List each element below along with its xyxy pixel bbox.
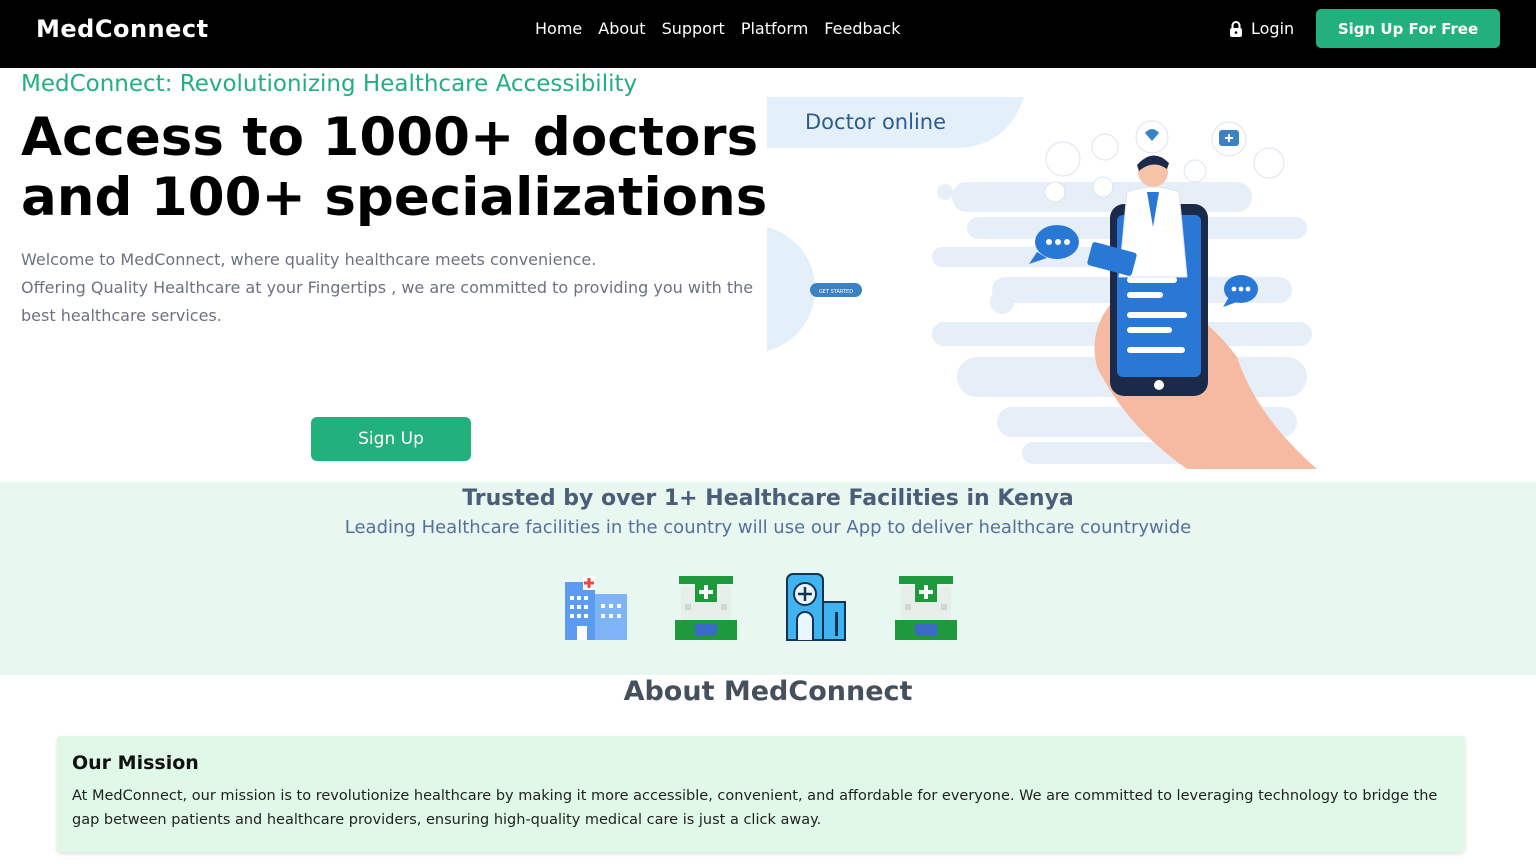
sign-up-free-button[interactable]: Sign Up For Free <box>1316 9 1500 48</box>
nav-links: Home About Support Platform Feedback <box>535 19 901 38</box>
login-link[interactable]: Login <box>1229 19 1294 38</box>
doctor-online-badge: Doctor online <box>805 110 946 134</box>
about-title: About MedConnect <box>623 676 913 707</box>
mission-card: Our Mission At MedConnect, our mission i… <box>57 736 1465 852</box>
trust-subtitle: Leading Healthcare facilities in the cou… <box>344 517 1192 538</box>
nav-link-support[interactable]: Support <box>662 19 725 38</box>
trust-title: Trusted by over 1+ Healthcare Facilities… <box>462 486 1074 511</box>
top-nav: MedConnect Home About Support Platform F… <box>0 0 1536 68</box>
nav-link-feedback[interactable]: Feedback <box>824 19 900 38</box>
login-label: Login <box>1251 19 1295 38</box>
green-clinic-icon <box>895 576 957 640</box>
hero-headline-line-1: Access to 1000+ doctors <box>21 107 759 168</box>
lock-icon <box>1230 20 1242 37</box>
brand-logo[interactable]: MedConnect <box>36 15 209 43</box>
hero-headline-line-2: and 100+ specializations <box>21 167 768 228</box>
hero-sign-up-button[interactable]: Sign Up <box>311 417 471 461</box>
hero-intro-line-1: Welcome to MedConnect, where quality hea… <box>21 250 597 269</box>
trust-section: Trusted by over 1+ Healthcare Facilities… <box>0 482 1536 675</box>
doctor-online-illustration: Doctor online GET STARTED <box>767 97 1317 469</box>
hero-intro: Welcome to MedConnect, where quality hea… <box>21 246 761 330</box>
hero-intro-line-2: Offering Quality Healthcare at your Fing… <box>21 278 754 325</box>
hospital-building-icon <box>565 576 627 640</box>
nav-link-platform[interactable]: Platform <box>741 19 808 38</box>
nav-link-home[interactable]: Home <box>535 19 582 38</box>
nav-link-about[interactable]: About <box>598 19 645 38</box>
hero-kicker: MedConnect: Revolutionizing Healthcare A… <box>21 71 638 97</box>
mission-title: Our Mission <box>72 752 199 774</box>
hero-headline: Access to 1000+ doctors and 100+ special… <box>21 107 768 228</box>
medical-building-icon <box>786 573 846 641</box>
mission-text: At MedConnect, our mission is to revolut… <box>72 788 1438 828</box>
green-clinic-icon <box>675 576 737 640</box>
get-started-pill: GET STARTED <box>819 289 853 295</box>
